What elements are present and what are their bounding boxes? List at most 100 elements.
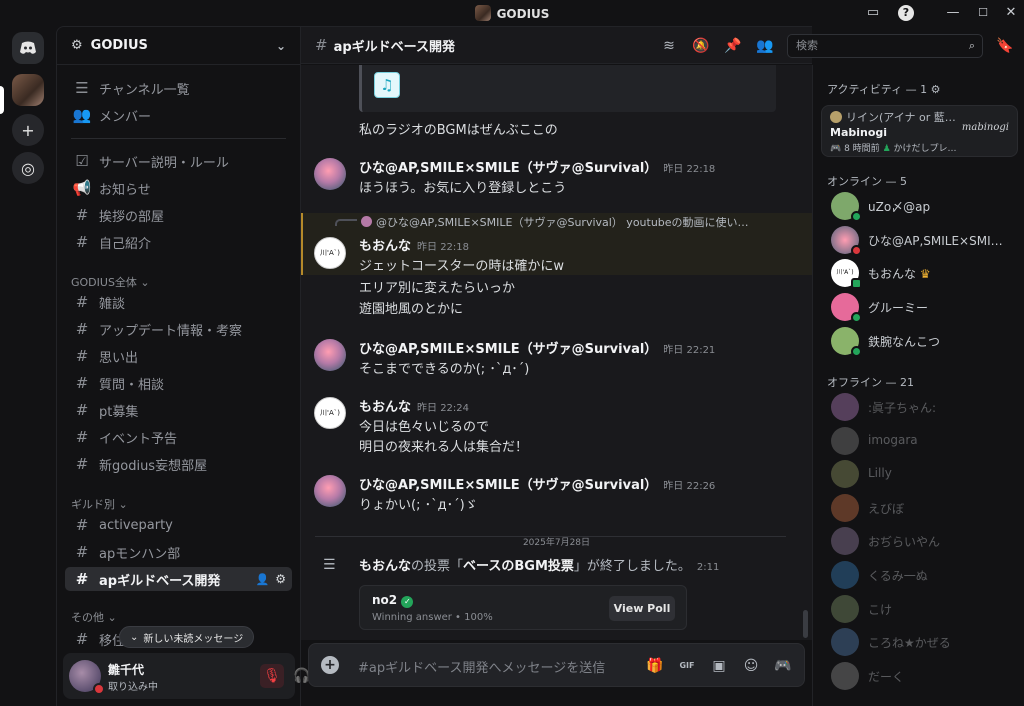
explore-icon[interactable]: ◎	[12, 152, 44, 184]
notification-bell-muted-icon[interactable]: 🔕	[691, 36, 711, 56]
sidebar-item-channel-list[interactable]: ☰ チャンネル一覧	[65, 76, 292, 100]
member-item[interactable]: こけ	[821, 595, 1016, 627]
member-item[interactable]: くるみ一ぬ	[821, 561, 1016, 593]
channel-greetings[interactable]: # 挨拶の部屋	[65, 203, 292, 227]
inbox-icon[interactable]: ▭	[864, 4, 882, 22]
avatar[interactable]	[314, 475, 346, 507]
activity-card[interactable]: リイン(アイナ or 藍… Mabinogi 🎮 8 時間前 ♟ かけだしプレ……	[821, 105, 1018, 157]
member-list: アクティビティ — 1 ⚙ リイン(アイナ or 藍… Mabinogi 🎮 8…	[812, 65, 1024, 706]
message-text: ジェットコースターの時は確かにw	[359, 259, 564, 274]
message-author[interactable]: もおんな 昨日 22:24	[359, 396, 469, 415]
reply-text: @ひな@AP,SMILE×SMILE（サヴァ@Survival） youtube…	[376, 216, 749, 229]
avatar[interactable]: 川'A`)	[314, 237, 346, 269]
channel-events[interactable]: # イベント予告	[65, 425, 292, 449]
message-author[interactable]: ひな@AP,SMILE×SMILE（サヴァ@Survival） 昨日 22:26	[359, 474, 715, 493]
message-text: ほうほう。お気に入り登録しとこう	[359, 181, 567, 196]
unread-messages-pill[interactable]: ⌄ 新しい未読メッセージ	[119, 626, 255, 648]
channel-monhan[interactable]: # apモンハン部	[65, 540, 292, 564]
avatar	[831, 628, 859, 656]
message-input[interactable]: #apギルドベース開発へメッセージを送信	[358, 657, 605, 676]
sticker-icon[interactable]: ▣	[709, 656, 729, 676]
channel-questions[interactable]: # 質問・相談	[65, 371, 292, 395]
channel-updates[interactable]: # アップデート情報・考察	[65, 317, 292, 341]
member-item[interactable]: uZo〆@ap	[821, 192, 1016, 224]
emoji-icon[interactable]: ☺	[741, 656, 761, 676]
help-icon[interactable]: ?	[898, 5, 914, 21]
channel-announcements[interactable]: 📢 お知らせ	[65, 176, 292, 200]
author-name: もおんな	[359, 239, 412, 254]
minimize-icon[interactable]: —	[944, 4, 962, 22]
member-name: ひな@AP,SMILE×SMI…	[868, 234, 1003, 248]
member-list-icon[interactable]: 👥	[755, 36, 775, 56]
member-item[interactable]: ひな@AP,SMILE×SMI…	[821, 226, 1016, 258]
activity-user: リイン(アイナ or 藍…	[830, 109, 956, 125]
thread-hash-icon: #	[75, 543, 89, 561]
member-name: おぢらいやん	[868, 535, 941, 549]
members-icon: 👥	[72, 106, 92, 124]
pin-icon[interactable]: 📌	[723, 36, 743, 56]
status-online-icon	[851, 312, 862, 323]
close-icon[interactable]: ✕	[1002, 4, 1020, 22]
channel-chat[interactable]: # 雑談	[65, 290, 292, 314]
reply-preview[interactable]: @ひな@AP,SMILE×SMILE（サヴァ@Survival） youtube…	[361, 214, 749, 230]
add-attachment-icon[interactable]: +	[321, 656, 339, 674]
member-item[interactable]: えびぼ	[821, 494, 1016, 526]
threads-icon[interactable]: ≋	[659, 36, 679, 56]
message-composer[interactable]: + #apギルドベース開発へメッセージを送信 🎁 GIF ▣ ☺ 🎮	[308, 643, 805, 687]
avatar[interactable]	[314, 158, 346, 190]
message-author[interactable]: ひな@AP,SMILE×SMILE（サヴァ@Survival） 昨日 22:18	[359, 157, 715, 176]
discord-home-icon[interactable]	[12, 32, 44, 64]
sidebar-item-members[interactable]: 👥 メンバー	[65, 103, 292, 127]
category-godius-all[interactable]: GODIUS全体 ⌄	[71, 274, 150, 290]
bookmark-icon[interactable]: 🔖	[995, 36, 1015, 56]
channel-activeparty[interactable]: # activeparty	[65, 513, 292, 537]
member-item[interactable]: :眞子ちゃん:	[821, 393, 1016, 425]
message-author[interactable]: ひな@AP,SMILE×SMILE（サヴァ@Survival） 昨日 22:21	[359, 338, 715, 357]
author-name: もおんな	[359, 400, 412, 415]
gear-icon[interactable]: ⚙	[931, 83, 941, 96]
mute-mic-icon[interactable]: 🎙	[260, 664, 284, 688]
member-item[interactable]: imogara	[821, 427, 1016, 459]
add-server-icon[interactable]: +	[12, 114, 44, 146]
category-other[interactable]: その他 ⌄	[71, 609, 117, 625]
member-item[interactable]: 川'A`) もおんな ♛	[821, 259, 1016, 291]
server-header[interactable]: ⚙ GODIUS ⌄	[57, 27, 300, 65]
view-poll-button[interactable]: View Poll	[609, 596, 675, 621]
activity-details: 🎮 8 時間前 ♟ かけだしプレ…	[830, 141, 957, 154]
activities-icon[interactable]: 🎮	[773, 656, 793, 676]
message-text: そこまでできるのか(; ･`д･´)	[359, 362, 530, 377]
avatar[interactable]: 川'A`)	[314, 397, 346, 429]
scrollbar-thumb[interactable]	[803, 610, 808, 638]
maximize-icon[interactable]: ☐	[974, 4, 992, 22]
message-author[interactable]: もおんな 昨日 22:18	[359, 235, 469, 254]
member-item[interactable]: だーく	[821, 662, 1016, 694]
search-input[interactable]: 検索 ⌕	[787, 34, 983, 58]
channel-settings-icon[interactable]: ⚙	[275, 572, 286, 586]
channel-intro[interactable]: # 自己紹介	[65, 230, 292, 254]
channel-fantasy[interactable]: # 新godius妄想部屋	[65, 452, 292, 476]
user-name[interactable]: 雛千代	[108, 661, 144, 678]
thread-hash-icon: #	[75, 570, 89, 588]
member-item[interactable]: 鉄腕なんこつ	[821, 327, 1016, 359]
channel-guildbase-active[interactable]: # apギルドベース開発 👤 ⚙	[65, 567, 292, 591]
channel-rules[interactable]: ☑ サーバー説明・ルール	[65, 149, 292, 173]
add-member-icon[interactable]: 👤	[256, 573, 270, 586]
audio-file-icon[interactable]: ♫	[374, 72, 400, 98]
category-guild[interactable]: ギルド別 ⌄	[71, 496, 128, 512]
gif-icon[interactable]: GIF	[677, 656, 697, 676]
avatar	[831, 561, 859, 589]
poll-author[interactable]: もおんな	[359, 559, 411, 574]
member-item[interactable]: ころね★かぜる	[821, 628, 1016, 660]
server-godius-icon[interactable]	[12, 74, 44, 106]
channel-memories[interactable]: # 思い出	[65, 344, 292, 368]
member-item[interactable]: Lilly	[821, 460, 1016, 492]
check-icon: ✓	[401, 596, 414, 608]
user-panel: 雛千代 取り込み中 🎙 🎧 ⚙	[63, 653, 337, 699]
member-item[interactable]: グルーミー	[821, 293, 1016, 325]
channel-pt-recruit[interactable]: # pt募集	[65, 398, 292, 422]
avatar[interactable]	[314, 339, 346, 371]
attachment-embed[interactable]: ♫	[359, 65, 776, 112]
member-item[interactable]: おぢらいやん	[821, 527, 1016, 559]
channel-label: アップデート情報・考察	[99, 323, 243, 339]
gift-icon[interactable]: 🎁	[645, 656, 665, 676]
